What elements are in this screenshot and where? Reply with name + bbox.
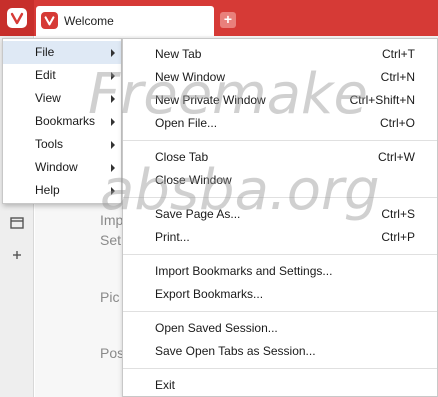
menu-item-label: Exit xyxy=(155,378,176,392)
menu-item-label: Print... xyxy=(155,230,190,244)
tab-bar: Welcome + xyxy=(0,0,438,36)
menu-item-shortcut: Ctrl+O xyxy=(379,116,415,130)
vivaldi-menu-button[interactable] xyxy=(0,0,34,36)
tab-welcome[interactable]: Welcome xyxy=(36,6,214,36)
window-panel-icon[interactable] xyxy=(9,216,25,232)
menu-item-label: New Window xyxy=(155,70,226,84)
main-menu: File Edit View Bookmarks Tools Window He… xyxy=(2,38,122,204)
menu-separator xyxy=(123,197,437,198)
new-tab-button[interactable]: + xyxy=(220,12,236,28)
page-text-fragment: Imp xyxy=(100,212,124,228)
menu-item-file[interactable]: File xyxy=(3,41,121,64)
menu-item-label: Open File... xyxy=(155,116,218,130)
menu-item-label: File xyxy=(35,45,55,59)
page-text-fragment: Set xyxy=(100,232,122,248)
menu-item-shortcut: Ctrl+P xyxy=(381,230,415,244)
submenu-arrow-icon xyxy=(111,95,115,103)
menu-separator xyxy=(123,311,437,312)
menu-item-close-window[interactable]: Close Window xyxy=(123,169,437,192)
menu-item-label: Help xyxy=(35,183,60,197)
file-submenu: New Tab Ctrl+T New Window Ctrl+N New Priva… xyxy=(122,38,438,397)
menu-item-save-page-as[interactable]: Save Page As... Ctrl+S xyxy=(123,203,437,226)
menu-item-shortcut: Ctrl+T xyxy=(382,47,415,61)
menu-item-window[interactable]: Window xyxy=(3,156,121,179)
menu-item-label: Window xyxy=(35,160,78,174)
menu-item-shortcut: Ctrl+W xyxy=(378,150,415,164)
menu-item-tools[interactable]: Tools xyxy=(3,133,121,156)
menu-item-shortcut: Ctrl+Shift+N xyxy=(349,93,415,107)
menu-item-close-tab[interactable]: Close Tab Ctrl+W xyxy=(123,146,437,169)
tab-title: Welcome xyxy=(64,14,114,28)
menu-item-label: Save Open Tabs as Session... xyxy=(155,344,316,358)
menu-item-label: Close Window xyxy=(155,173,232,187)
menu-item-new-tab[interactable]: New Tab Ctrl+T xyxy=(123,43,437,66)
menu-item-label: New Private Window xyxy=(155,93,266,107)
menu-item-label: Tools xyxy=(35,137,64,151)
menu-separator xyxy=(123,140,437,141)
menu-item-label: View xyxy=(35,91,61,105)
submenu-arrow-icon xyxy=(111,164,115,172)
menu-item-new-window[interactable]: New Window Ctrl+N xyxy=(123,66,437,89)
menu-item-export-bookmarks[interactable]: Export Bookmarks... xyxy=(123,283,437,306)
submenu-arrow-icon xyxy=(111,187,115,195)
menu-item-label: Import Bookmarks and Settings... xyxy=(155,264,333,278)
menu-item-open-saved-session[interactable]: Open Saved Session... xyxy=(123,317,437,340)
add-panel-icon[interactable] xyxy=(9,248,25,264)
menu-item-view[interactable]: View xyxy=(3,87,121,110)
menu-item-exit[interactable]: Exit xyxy=(123,374,437,397)
vivaldi-tab-favicon-icon xyxy=(41,12,58,29)
submenu-arrow-icon xyxy=(111,72,115,80)
menu-item-help[interactable]: Help xyxy=(3,179,121,202)
menu-item-label: Export Bookmarks... xyxy=(155,287,264,301)
menu-item-label: New Tab xyxy=(155,47,202,61)
menu-separator xyxy=(123,368,437,369)
submenu-arrow-icon xyxy=(111,49,115,57)
menu-item-bookmarks[interactable]: Bookmarks xyxy=(3,110,121,133)
menu-item-shortcut: Ctrl+S xyxy=(381,207,415,221)
menu-item-new-private-window[interactable]: New Private Window Ctrl+Shift+N xyxy=(123,89,437,112)
page-text-fragment: Pic xyxy=(100,289,120,305)
menu-item-import-bookmarks[interactable]: Import Bookmarks and Settings... xyxy=(123,260,437,283)
submenu-arrow-icon xyxy=(111,141,115,149)
menu-item-edit[interactable]: Edit xyxy=(3,64,121,87)
menu-item-label: Bookmarks xyxy=(35,114,96,128)
menu-item-print[interactable]: Print... Ctrl+P xyxy=(123,226,437,249)
menu-item-label: Save Page As... xyxy=(155,207,241,221)
menu-item-label: Edit xyxy=(35,68,56,82)
menu-item-label: Open Saved Session... xyxy=(155,321,278,335)
menu-item-label: Close Tab xyxy=(155,150,209,164)
submenu-arrow-icon xyxy=(111,118,115,126)
menu-item-shortcut: Ctrl+N xyxy=(380,70,415,84)
page-text-fragment: Pos xyxy=(100,345,125,361)
menu-separator xyxy=(123,254,437,255)
menu-item-open-file[interactable]: Open File... Ctrl+O xyxy=(123,112,437,135)
vivaldi-logo-icon xyxy=(7,8,27,28)
menu-item-save-tabs-as-session[interactable]: Save Open Tabs as Session... xyxy=(123,340,437,363)
